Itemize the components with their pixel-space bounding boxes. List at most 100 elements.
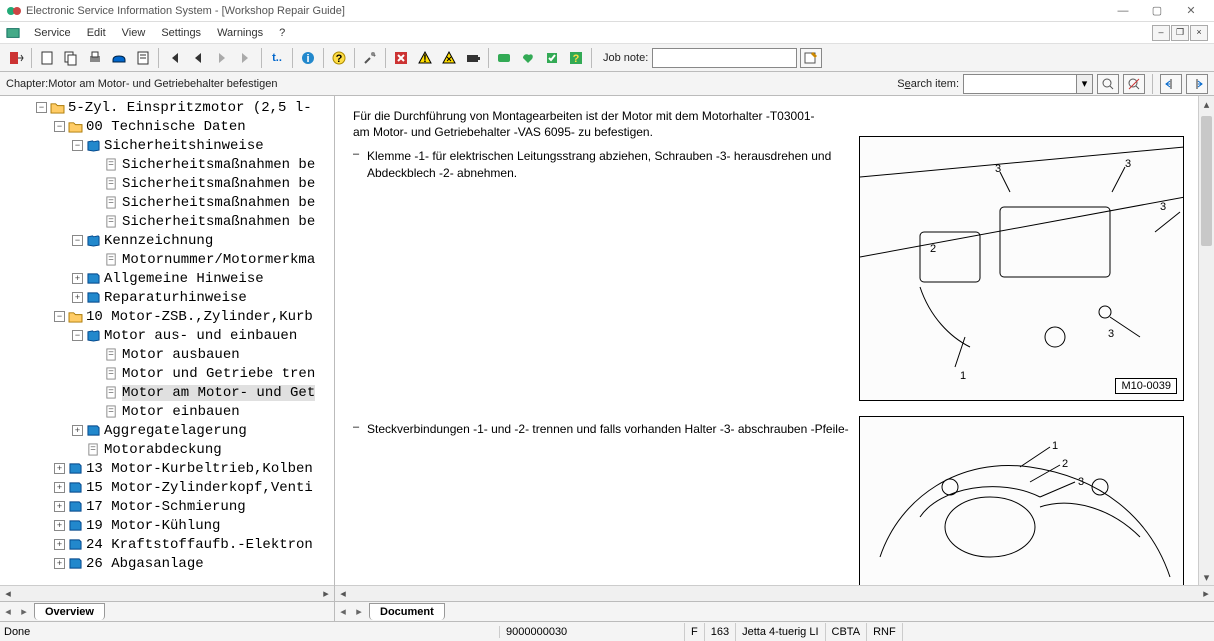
- job-note-input[interactable]: [652, 48, 797, 68]
- expander-icon[interactable]: +: [54, 463, 65, 474]
- menu-service[interactable]: Service: [32, 25, 73, 41]
- scroll-up-icon[interactable]: ▴: [1199, 96, 1214, 112]
- expander-icon[interactable]: +: [72, 425, 83, 436]
- warn2-icon[interactable]: !: [414, 47, 436, 69]
- scroll-right-icon[interactable]: ▸: [318, 586, 334, 600]
- menu-view[interactable]: View: [120, 25, 148, 41]
- expander-icon[interactable]: +: [54, 558, 65, 569]
- green1-icon[interactable]: [493, 47, 515, 69]
- expander-icon[interactable]: +: [72, 273, 83, 284]
- tab-next-icon[interactable]: ▸: [16, 603, 32, 621]
- tree-node[interactable]: Motorabdeckung: [0, 440, 334, 459]
- tree-node[interactable]: +13 Motor-Kurbeltrieb,Kolben: [0, 459, 334, 478]
- green2-icon[interactable]: [517, 47, 539, 69]
- close-button[interactable]: ✕: [1174, 1, 1208, 21]
- expander-icon[interactable]: −: [54, 311, 65, 322]
- tree-node[interactable]: +Allgemeine Hinweise: [0, 269, 334, 288]
- mdi-minimize-button[interactable]: –: [1152, 25, 1170, 41]
- scroll-thumb[interactable]: [1201, 116, 1212, 246]
- text-tool-icon[interactable]: t..: [266, 47, 288, 69]
- search-clear-button[interactable]: [1123, 74, 1145, 94]
- expander-icon[interactable]: −: [36, 102, 47, 113]
- tree-node[interactable]: +17 Motor-Schmierung: [0, 497, 334, 516]
- expander-icon[interactable]: −: [72, 330, 83, 341]
- warn1-icon[interactable]: [390, 47, 412, 69]
- tree-node[interactable]: Motor ausbauen: [0, 345, 334, 364]
- tree-node[interactable]: +Reparaturhinweise: [0, 288, 334, 307]
- report-icon[interactable]: [132, 47, 154, 69]
- tree-node[interactable]: Motor einbauen: [0, 402, 334, 421]
- search-go-button[interactable]: [1097, 74, 1119, 94]
- menu-bar: Service Edit View Settings Warnings ? – …: [0, 22, 1214, 44]
- vehicle-icon[interactable]: [108, 47, 130, 69]
- collapse-out-icon[interactable]: [1186, 74, 1208, 94]
- tab-prev-icon[interactable]: ◂: [0, 603, 16, 621]
- expander-icon[interactable]: +: [54, 501, 65, 512]
- expander-icon[interactable]: −: [72, 235, 83, 246]
- tree-node[interactable]: −5-Zyl. Einspritzmotor (2,5 l-: [0, 98, 334, 117]
- next-icon[interactable]: [211, 47, 233, 69]
- tree-node[interactable]: Motornummer/Motormerkma: [0, 250, 334, 269]
- menu-edit[interactable]: Edit: [85, 25, 108, 41]
- tree-node[interactable]: +Aggregatelagerung: [0, 421, 334, 440]
- scroll-right-icon[interactable]: ▸: [1198, 586, 1214, 600]
- warn3-icon[interactable]: [438, 47, 460, 69]
- green3-icon[interactable]: [541, 47, 563, 69]
- tree-node[interactable]: Sicherheitsmaßnahmen be: [0, 212, 334, 231]
- mdi-restore-button[interactable]: ❐: [1171, 25, 1189, 41]
- search-combo[interactable]: ▾: [963, 74, 1093, 94]
- tools-icon[interactable]: [359, 47, 381, 69]
- menu-help[interactable]: ?: [277, 25, 287, 41]
- doc-hscroll[interactable]: ◂▸: [335, 585, 1214, 601]
- tab-prev-icon[interactable]: ◂: [335, 603, 351, 621]
- tree-node[interactable]: +19 Motor-Kühlung: [0, 516, 334, 535]
- doc-vscroll[interactable]: ▴ ▾: [1198, 96, 1214, 585]
- tree-body[interactable]: −5-Zyl. Einspritzmotor (2,5 l- −00 Techn…: [0, 96, 334, 585]
- expander-icon[interactable]: +: [54, 520, 65, 531]
- expander-icon[interactable]: +: [54, 482, 65, 493]
- tree-node[interactable]: +24 Kraftstoffaufb.-Elektron: [0, 535, 334, 554]
- tree-node[interactable]: −Motor aus- und einbauen: [0, 326, 334, 345]
- expander-icon[interactable]: −: [72, 140, 83, 151]
- menu-warnings[interactable]: Warnings: [215, 25, 265, 41]
- tab-overview[interactable]: Overview: [34, 603, 105, 620]
- tree-node[interactable]: −Sicherheitshinweise: [0, 136, 334, 155]
- chevron-down-icon[interactable]: ▾: [1076, 75, 1092, 93]
- mdi-close-button[interactable]: ×: [1190, 25, 1208, 41]
- exit-icon[interactable]: [5, 47, 27, 69]
- copy-icon[interactable]: [60, 47, 82, 69]
- scroll-left-icon[interactable]: ◂: [0, 586, 16, 600]
- first-icon[interactable]: [163, 47, 185, 69]
- tree-node[interactable]: −00 Technische Daten: [0, 117, 334, 136]
- tab-document[interactable]: Document: [369, 603, 445, 620]
- expander-icon[interactable]: +: [72, 292, 83, 303]
- tab-next-icon[interactable]: ▸: [351, 603, 367, 621]
- minimize-button[interactable]: —: [1106, 1, 1140, 21]
- greenq-icon[interactable]: ?: [565, 47, 587, 69]
- battery-icon[interactable]: [462, 47, 484, 69]
- job-note-button[interactable]: [800, 48, 822, 68]
- expander-icon[interactable]: +: [54, 539, 65, 550]
- tree-node[interactable]: Sicherheitsmaßnahmen be: [0, 193, 334, 212]
- tree-node[interactable]: Motor und Getriebe tren: [0, 364, 334, 383]
- help-icon[interactable]: ?: [328, 47, 350, 69]
- maximize-button[interactable]: ▢: [1140, 1, 1174, 21]
- prev-icon[interactable]: [187, 47, 209, 69]
- collapse-in-icon[interactable]: [1160, 74, 1182, 94]
- tree-node[interactable]: +15 Motor-Zylinderkopf,Venti: [0, 478, 334, 497]
- tree-node-selected[interactable]: Motor am Motor- und Get: [0, 383, 334, 402]
- expander-icon[interactable]: −: [54, 121, 65, 132]
- tree-node[interactable]: +26 Abgasanlage: [0, 554, 334, 573]
- menu-settings[interactable]: Settings: [159, 25, 203, 41]
- tree-node[interactable]: Sicherheitsmaßnahmen be: [0, 174, 334, 193]
- tree-node[interactable]: Sicherheitsmaßnahmen be: [0, 155, 334, 174]
- new-doc-icon[interactable]: [36, 47, 58, 69]
- scroll-down-icon[interactable]: ▾: [1199, 569, 1214, 585]
- info-icon[interactable]: i: [297, 47, 319, 69]
- tree-node[interactable]: −Kennzeichnung: [0, 231, 334, 250]
- last-icon[interactable]: [235, 47, 257, 69]
- tree-hscroll[interactable]: ◂▸: [0, 585, 334, 601]
- tree-node[interactable]: −10 Motor-ZSB.,Zylinder,Kurb: [0, 307, 334, 326]
- scroll-left-icon[interactable]: ◂: [335, 586, 351, 600]
- print-icon[interactable]: [84, 47, 106, 69]
